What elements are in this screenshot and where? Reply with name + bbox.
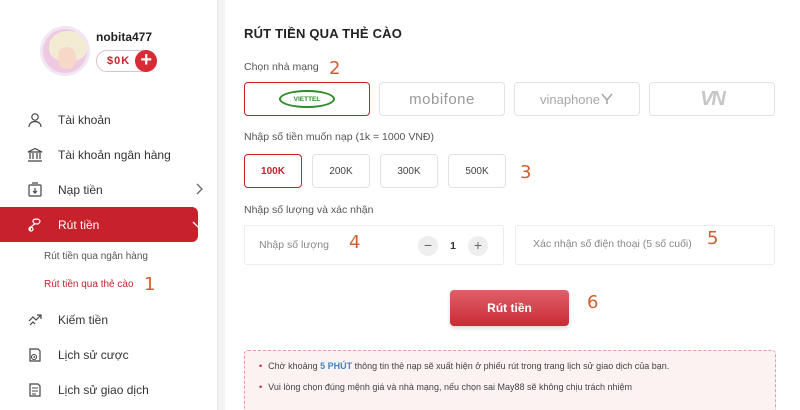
sidebar: nobita477 $0K + Tài khoản Tài khoản ngân…: [0, 0, 218, 410]
confirm-label: Nhập số lượng và xác nhận: [244, 204, 374, 216]
sidebar-item-bet-history[interactable]: Lịch sử cược: [0, 337, 218, 372]
amount-label: Nhập số tiền muốn nạp (1k = 1000 VNĐ): [244, 131, 434, 143]
quantity-stepper: − 1 +: [418, 236, 488, 256]
sidebar-item-label: Tài khoản ngân hàng: [58, 147, 171, 162]
annotation-number: 5: [707, 228, 719, 249]
vinaphone-logo: vinaphone: [540, 91, 600, 107]
sidebar-item-label: Rút tiền: [58, 217, 100, 232]
avatar[interactable]: [40, 26, 90, 76]
amount-100k[interactable]: 100K: [244, 154, 302, 188]
withdraw-icon: [26, 216, 44, 234]
mobifone-logo: mobifone: [409, 90, 475, 108]
handshake-icon: [26, 311, 44, 329]
submenu-item-card-withdraw[interactable]: Rút tiền qua thẻ cào: [44, 270, 218, 298]
history-icon: [26, 346, 44, 364]
sidebar-item-earn[interactable]: Kiếm tiền: [0, 302, 218, 337]
network-vietnamobile[interactable]: VN: [649, 82, 775, 116]
vinaphone-star-icon: [601, 93, 613, 104]
sidebar-item-label: Kiếm tiền: [58, 312, 109, 327]
phone-placeholder: Xác nhận số điện thoại (5 số cuối): [533, 238, 692, 250]
minus-button[interactable]: −: [418, 236, 438, 256]
network-label: Chọn nhà mạng: [244, 61, 319, 73]
profile: nobita477 $0K +: [40, 26, 158, 76]
vietnamobile-logo: VN: [700, 87, 726, 110]
transaction-history-icon: [26, 381, 44, 399]
quantity-value[interactable]: 1: [438, 240, 468, 252]
withdraw-card-panel: RÚT TIỀN QUA THẺ CÀO Chọn nhà mạng 2 VIE…: [225, 0, 800, 410]
username: nobita477: [96, 30, 153, 44]
sidebar-item-label: Lịch sử cược: [58, 347, 129, 362]
amount-200k[interactable]: 200K: [312, 154, 370, 188]
sidebar-item-deposit[interactable]: Nạp tiền: [0, 172, 218, 207]
withdraw-button[interactable]: Rút tiền: [450, 290, 569, 326]
network-mobifone[interactable]: mobifone: [379, 82, 505, 116]
viettel-logo: VIETTEL: [279, 90, 335, 108]
sidebar-item-bank-account[interactable]: Tài khoản ngân hàng: [0, 137, 218, 172]
annotation-number: 6: [587, 292, 599, 313]
chevron-down-icon: [192, 218, 204, 232]
amount-300k[interactable]: 300K: [380, 154, 438, 188]
sidebar-item-label: Tài khoản: [58, 112, 111, 127]
page-title: RÚT TIỀN QUA THẺ CÀO: [244, 26, 403, 41]
annotation-number: 3: [520, 162, 532, 183]
amount-500k[interactable]: 500K: [448, 154, 506, 188]
notice-line-warning: • Vui lòng chọn đúng mệnh giá và nhà mạn…: [259, 382, 761, 392]
sidebar-menu: Tài khoản Tài khoản ngân hàng Nạp tiền R…: [0, 102, 218, 407]
sidebar-item-account[interactable]: Tài khoản: [0, 102, 218, 137]
annotation-number: 4: [349, 232, 361, 253]
plus-icon[interactable]: +: [135, 50, 158, 72]
chevron-right-icon: [194, 183, 204, 198]
quantity-field[interactable]: Nhập số lượng − 1 +: [244, 225, 504, 265]
deposit-icon: [26, 181, 44, 199]
bullet-icon: •: [259, 382, 263, 392]
notice-text: Vui lòng chọn đúng mệnh giá và nhà mạng,…: [268, 382, 633, 392]
sidebar-item-label: Nạp tiền: [58, 182, 103, 197]
annotation-number: 1: [144, 274, 156, 295]
plus-button[interactable]: +: [468, 236, 488, 256]
bank-icon: [26, 146, 44, 164]
withdraw-submenu: Rút tiền qua ngân hàng Rút tiền qua thẻ …: [0, 242, 218, 298]
submenu-item-bank-withdraw[interactable]: Rút tiền qua ngân hàng: [44, 242, 218, 270]
amount-selector: 100K 200K 300K 500K: [244, 154, 516, 188]
sidebar-item-withdraw[interactable]: Rút tiền: [0, 207, 204, 242]
notice-line-wait: • Chờ khoảng 5 PHÚT thông tin thẻ nạp sẽ…: [259, 361, 761, 371]
notice-text: Chờ khoảng: [268, 361, 321, 371]
network-vinaphone[interactable]: vinaphone: [514, 82, 640, 116]
network-selector: VIETTEL mobifone vinaphone VN: [244, 82, 784, 116]
notice-highlight: 5 PHÚT: [320, 361, 353, 371]
sidebar-item-transaction-history[interactable]: Lịch sử giao dịch: [0, 372, 218, 407]
bullet-icon: •: [259, 361, 263, 371]
notice-text: thông tin thẻ nạp sẽ xuất hiện ở phiếu r…: [352, 361, 670, 371]
annotation-number: 2: [329, 58, 341, 79]
phone-confirm-field[interactable]: Xác nhận số điện thoại (5 số cuối): [515, 225, 775, 265]
user-icon: [26, 111, 44, 129]
quantity-placeholder: Nhập số lượng: [259, 239, 329, 251]
network-viettel[interactable]: VIETTEL: [244, 82, 370, 116]
notice-box: • Chờ khoảng 5 PHÚT thông tin thẻ nạp sẽ…: [244, 350, 776, 410]
sidebar-item-label: Lịch sử giao dịch: [58, 382, 149, 397]
